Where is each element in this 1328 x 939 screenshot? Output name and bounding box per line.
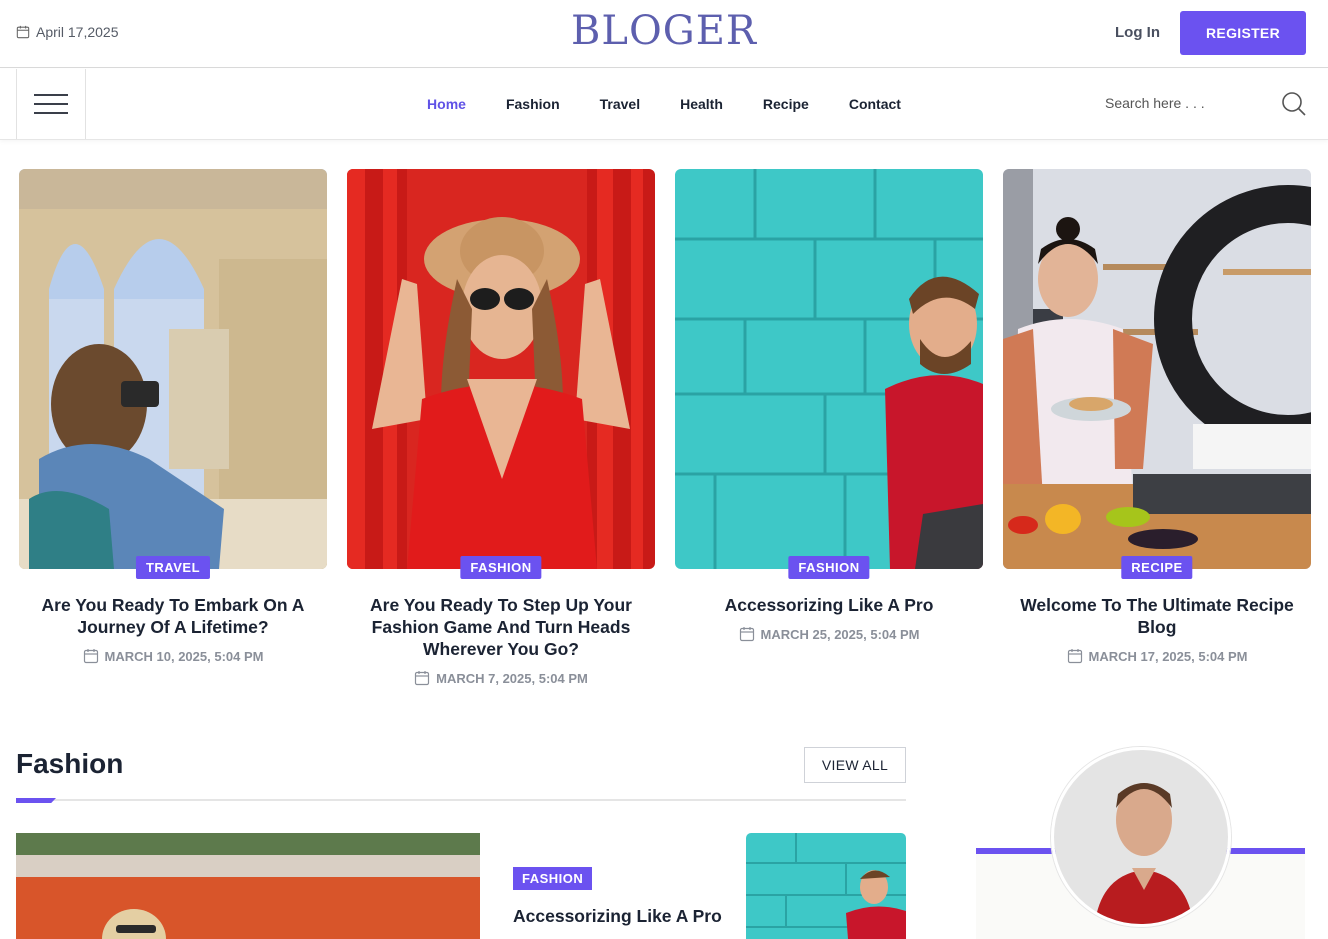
nav-item-home[interactable]: Home [427,96,466,112]
category-badge[interactable]: FASHION [513,867,593,890]
category-badge[interactable]: TRAVEL [135,556,211,579]
post-image-recipe[interactable] [1003,169,1311,569]
calendar-icon [739,627,754,642]
calendar-icon [83,649,98,664]
login-link[interactable]: Log In [1115,24,1160,41]
post-date-text: MARCH 10, 2025, 5:04 PM [104,648,264,664]
nav-item-recipe[interactable]: Recipe [763,96,809,112]
nav-item-travel[interactable]: Travel [600,96,640,112]
section-divider-accent [16,798,56,803]
post-date-text: MARCH 17, 2025, 5:04 PM [1088,648,1248,664]
search-input[interactable] [1105,95,1285,111]
post-title[interactable]: Accessorizing Like A Pro [513,906,722,927]
category-badge[interactable]: FASHION [460,556,542,579]
post-title[interactable]: Accessorizing Like A Pro [675,594,983,616]
menu-toggle-button[interactable] [16,69,86,139]
hamburger-icon [34,94,68,96]
post-date: MARCH 25, 2025, 5:04 PM [675,626,983,642]
post-title[interactable]: Are You Ready To Embark On A Journey Of … [19,594,327,638]
section-title: Fashion [16,748,124,779]
section-divider [16,799,906,801]
logo-link[interactable]: BLOGER [571,8,757,54]
post-image-fashion[interactable] [347,169,655,569]
post-date-text: MARCH 25, 2025, 5:04 PM [760,626,920,642]
featured-post-card[interactable]: TRAVEL Are You Ready To Embark On A Jour… [19,169,327,664]
category-badge[interactable]: FASHION [788,556,870,579]
current-date: April 17,2025 [16,24,119,40]
view-all-button[interactable]: VIEW ALL [804,747,906,783]
category-badge[interactable]: RECIPE [1121,556,1193,579]
calendar-icon [1067,649,1082,664]
nav-item-fashion[interactable]: Fashion [506,96,560,112]
post-date-text: MARCH 7, 2025, 5:04 PM [436,670,588,686]
post-date: MARCH 10, 2025, 5:04 PM [19,648,327,664]
featured-post-card[interactable]: FASHION Accessorizing Like A Pro MARCH 2… [675,169,983,642]
top-bar: April 17,2025 BLOGER Log In REGISTER [0,0,1328,68]
section-main-post-image[interactable] [16,833,480,939]
calendar-icon [415,671,430,686]
post-title[interactable]: Are You Ready To Step Up Your Fashion Ga… [347,594,655,660]
post-date: MARCH 17, 2025, 5:04 PM [1003,648,1311,664]
featured-post-card[interactable]: RECIPE Welcome To The Ultimate Recipe Bl… [1003,169,1311,664]
date-text: April 17,2025 [36,24,119,40]
main-nav-bar: Home Fashion Travel Health Recipe Contac… [0,69,1328,140]
register-button[interactable]: REGISTER [1180,11,1306,55]
post-date: MARCH 7, 2025, 5:04 PM [347,670,655,686]
featured-post-card[interactable]: FASHION Are You Ready To Step Up Your Fa… [347,169,655,686]
author-avatar [1051,747,1231,927]
post-thumbnail[interactable] [746,833,906,939]
calendar-icon [16,25,30,39]
post-image-accessorizing[interactable] [675,169,983,569]
post-image-travel[interactable] [19,169,327,569]
post-title[interactable]: Welcome To The Ultimate Recipe Blog [1003,594,1311,638]
nav-item-contact[interactable]: Contact [849,96,901,112]
nav-item-health[interactable]: Health [680,96,723,112]
search-icon[interactable] [1281,91,1307,117]
